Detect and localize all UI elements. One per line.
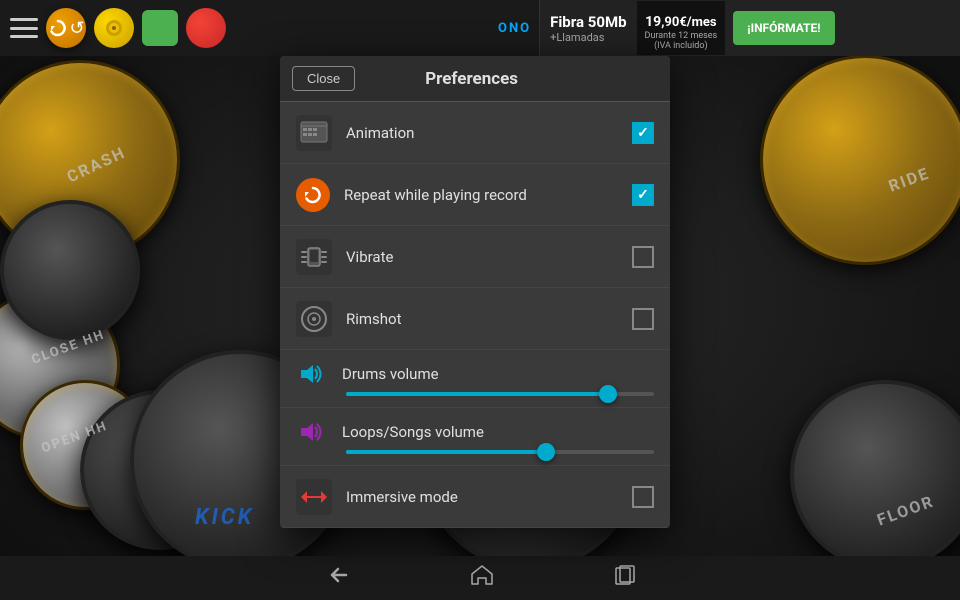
drums-volume-track[interactable] (346, 392, 654, 396)
animation-label: Animation (346, 124, 618, 142)
top-bar: ONO Fibra 50Mb +Llamadas 19,90€/mes Dura… (0, 0, 960, 56)
loops-volume-fill (346, 450, 546, 454)
animation-preference[interactable]: Animation (280, 102, 670, 164)
ad-price-note: Durante 12 meses (645, 31, 718, 41)
record-button[interactable] (142, 10, 178, 46)
drums-volume-fill (346, 392, 608, 396)
ad-price-tax: (IVA incluido) (654, 41, 708, 51)
dialog-container: Close Preferences Animation (280, 56, 670, 528)
preferences-dialog: Close Preferences Animation (280, 56, 670, 556)
ad-ono-logo: ONO (490, 0, 540, 56)
loops-volume-track[interactable] (346, 450, 654, 454)
vibrate-checkbox[interactable] (632, 246, 654, 268)
metronome-icon (103, 17, 125, 39)
stop-button[interactable] (186, 8, 226, 48)
rimshot-preference[interactable]: Rimshot (280, 288, 670, 350)
repeat-icon (296, 178, 330, 212)
floor-drum (790, 380, 960, 570)
loops-volume-label: Loops/Songs volume (342, 423, 484, 441)
animation-icon (296, 115, 332, 151)
ad-price-value: 19,90€/mes (645, 5, 716, 31)
ad-fibra-title: Fibra 50Mb (550, 13, 626, 31)
menu-icon[interactable] (10, 18, 38, 38)
loops-volume-icon (296, 418, 330, 446)
drums-volume-container: Drums volume (280, 350, 670, 408)
drums-volume-thumb[interactable] (599, 385, 617, 403)
ad-fibra-section: Fibra 50Mb +Llamadas (540, 9, 636, 48)
immersive-preference[interactable]: Immersive mode (280, 466, 670, 528)
drum-pad-1 (0, 200, 140, 340)
ad-banner[interactable]: ONO Fibra 50Mb +Llamadas 19,90€/mes Dura… (490, 0, 960, 56)
repeat-checkbox[interactable] (632, 184, 654, 206)
toolbar-left (10, 8, 226, 48)
refresh-button[interactable] (46, 8, 86, 48)
recents-button[interactable] (614, 564, 636, 592)
kick-left-label: KICK (195, 505, 254, 530)
repeat-label: Repeat while playing record (344, 186, 618, 204)
immersive-label: Immersive mode (346, 488, 618, 506)
loops-volume-container: Loops/Songs volume (280, 408, 670, 466)
ad-cta-button[interactable]: ¡INFÓRMATE! (733, 11, 834, 45)
repeat-preference[interactable]: Repeat while playing record (280, 164, 670, 226)
rimshot-icon (296, 301, 332, 337)
metronome-button[interactable] (94, 8, 134, 48)
vibrate-label: Vibrate (346, 248, 618, 266)
home-button[interactable] (470, 564, 494, 592)
back-button[interactable] (324, 564, 350, 592)
vibrate-icon (296, 239, 332, 275)
loops-volume-thumb[interactable] (537, 443, 555, 461)
close-button[interactable]: Close (292, 66, 355, 91)
vibrate-preference[interactable]: Vibrate (280, 226, 670, 288)
refresh-icon (47, 17, 69, 39)
immersive-icon (296, 479, 332, 515)
ride-cymbal (760, 55, 960, 265)
animation-checkbox[interactable] (632, 122, 654, 144)
ad-fibra-subtitle: +Llamadas (550, 31, 626, 44)
drums-volume-icon (296, 360, 330, 388)
dialog-header: Close Preferences (280, 56, 670, 102)
bottom-nav (0, 556, 960, 600)
immersive-checkbox[interactable] (632, 486, 654, 508)
drums-volume-label: Drums volume (342, 365, 439, 383)
rimshot-checkbox[interactable] (632, 308, 654, 330)
ad-brand-text: ONO (498, 21, 531, 36)
ad-price-section: 19,90€/mes Durante 12 meses (IVA incluid… (637, 1, 726, 55)
dialog-title: Preferences (355, 69, 588, 89)
rimshot-label: Rimshot (346, 310, 618, 328)
